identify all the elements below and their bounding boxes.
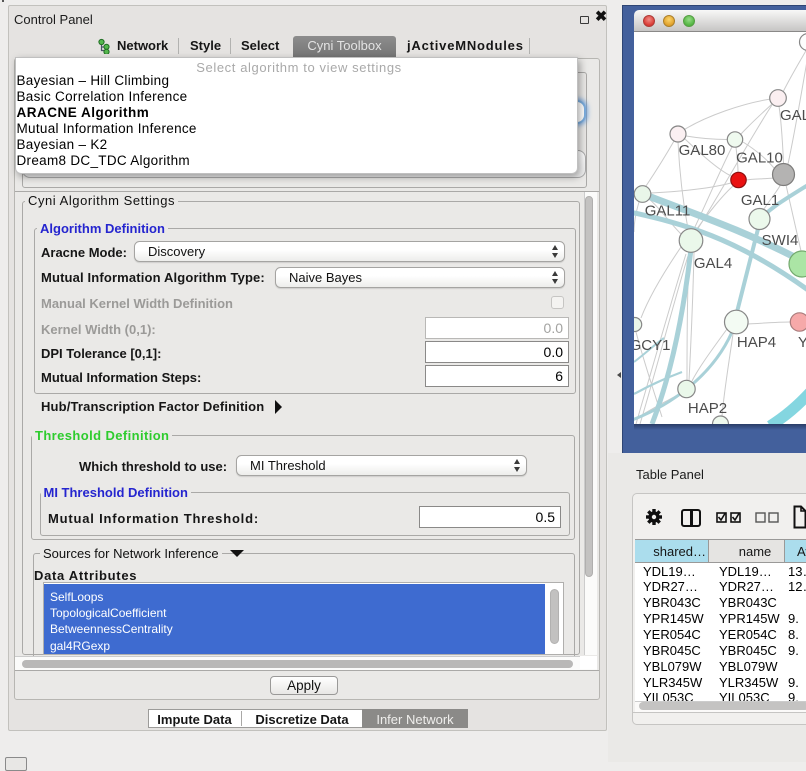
svg-text:GAL10: GAL10 [736, 150, 783, 167]
svg-text:GAL4: GAL4 [694, 255, 732, 272]
svg-text:GAL80: GAL80 [679, 142, 726, 159]
svg-text:HAP2: HAP2 [688, 400, 727, 417]
svg-text:GAL1: GAL1 [741, 192, 779, 209]
svg-text:SWI4: SWI4 [762, 232, 799, 249]
svg-text:HAP4: HAP4 [737, 334, 776, 351]
svg-text:GAL11: GAL11 [645, 203, 691, 220]
svg-text:GAL2: GAL2 [780, 107, 806, 124]
svg-text:GCY1: GCY1 [634, 337, 670, 354]
svg-text:YM: YM [798, 334, 806, 351]
